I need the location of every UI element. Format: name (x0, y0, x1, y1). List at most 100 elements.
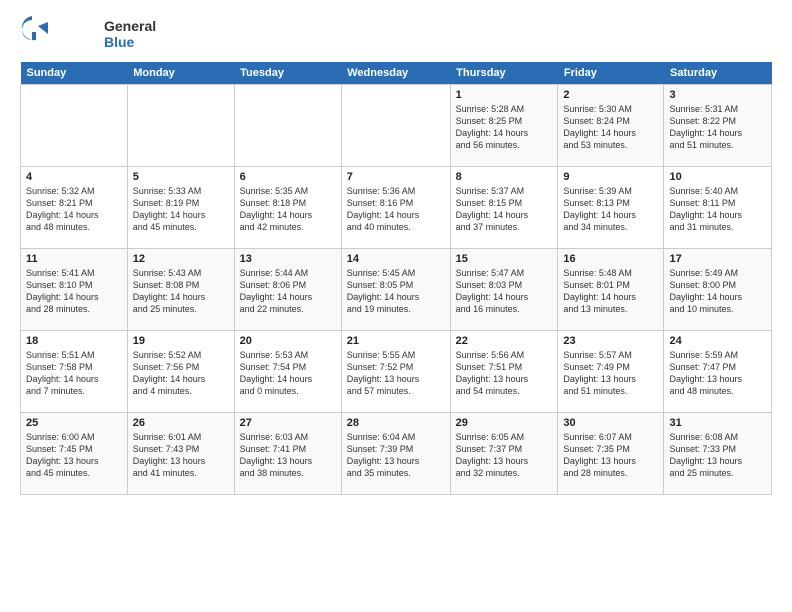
day-info: Sunrise: 5:53 AM Sunset: 7:54 PM Dayligh… (240, 349, 336, 398)
day-number: 2 (563, 89, 658, 101)
weekday-header-sunday: Sunday (21, 62, 128, 85)
day-number: 13 (240, 253, 336, 265)
weekday-header-wednesday: Wednesday (341, 62, 450, 85)
day-number: 18 (26, 335, 122, 347)
week-row-3: 11 Sunrise: 5:41 AM Sunset: 8:10 PM Dayli… (21, 249, 772, 331)
calendar-cell: 7 Sunrise: 5:36 AM Sunset: 8:16 PM Daylig… (341, 167, 450, 249)
day-info: Sunrise: 5:33 AM Sunset: 8:19 PM Dayligh… (133, 185, 229, 234)
calendar-cell: 31 Sunrise: 6:08 AM Sunset: 7:33 PM Dayli… (664, 413, 772, 495)
day-number: 22 (456, 335, 553, 347)
calendar-cell: 18Sunrise: 5:51 AM Sunset: 7:58 PM Dayli… (21, 331, 128, 413)
week-row-2: 4 Sunrise: 5:32 AM Sunset: 8:21 PM Daylig… (21, 167, 772, 249)
calendar-cell: 27Sunrise: 6:03 AM Sunset: 7:41 PM Dayli… (234, 413, 341, 495)
calendar-cell: 30Sunrise: 6:07 AM Sunset: 7:35 PM Dayli… (558, 413, 664, 495)
calendar-table: SundayMondayTuesdayWednesdayThursdayFrid… (20, 62, 772, 495)
day-number: 27 (240, 417, 336, 429)
day-info: Sunrise: 5:52 AM Sunset: 7:56 PM Dayligh… (133, 349, 229, 398)
day-number: 29 (456, 417, 553, 429)
calendar-cell: 22 Sunrise: 5:56 AM Sunset: 7:51 PM Dayli… (450, 331, 558, 413)
calendar-cell: 14 Sunrise: 5:45 AM Sunset: 8:05 PM Dayli… (341, 249, 450, 331)
day-number: 30 (563, 417, 658, 429)
day-info: Sunrise: 5:48 AM Sunset: 8:01 PM Dayligh… (563, 267, 658, 316)
day-info: Sunrise: 5:35 AM Sunset: 8:18 PM Dayligh… (240, 185, 336, 234)
day-info: Sunrise: 5:37 AM Sunset: 8:15 PM Dayligh… (456, 185, 553, 234)
day-number: 16 (563, 253, 658, 265)
calendar-cell: 11 Sunrise: 5:41 AM Sunset: 8:10 PM Dayli… (21, 249, 128, 331)
day-info: Sunrise: 5:32 AM Sunset: 8:21 PM Dayligh… (26, 185, 122, 234)
logo-general: General (104, 18, 156, 34)
calendar-cell: 29 Sunrise: 6:05 AM Sunset: 7:37 PM Dayli… (450, 413, 558, 495)
day-info: Sunrise: 5:39 AM Sunset: 8:13 PM Dayligh… (563, 185, 658, 234)
day-number: 21 (347, 335, 445, 347)
weekday-header-friday: Friday (558, 62, 664, 85)
calendar-cell: 19 Sunrise: 5:52 AM Sunset: 7:56 PM Dayli… (127, 331, 234, 413)
weekday-header-saturday: Saturday (664, 62, 772, 85)
day-info: Sunrise: 5:44 AM Sunset: 8:06 PM Dayligh… (240, 267, 336, 316)
calendar-cell: 28 Sunrise: 6:04 AM Sunset: 7:39 PM Dayli… (341, 413, 450, 495)
day-number: 23 (563, 335, 658, 347)
day-info: Sunrise: 6:05 AM Sunset: 7:37 PM Dayligh… (456, 431, 553, 480)
weekday-header-row: SundayMondayTuesdayWednesdayThursdayFrid… (21, 62, 772, 85)
day-number: 24 (669, 335, 766, 347)
day-info: Sunrise: 5:30 AM Sunset: 8:24 PM Dayligh… (563, 103, 658, 152)
day-info: Sunrise: 5:47 AM Sunset: 8:03 PM Dayligh… (456, 267, 553, 316)
weekday-header-monday: Monday (127, 62, 234, 85)
day-number: 10 (669, 171, 766, 183)
day-info: Sunrise: 5:57 AM Sunset: 7:49 PM Dayligh… (563, 349, 658, 398)
logo-svg (20, 16, 100, 52)
calendar-cell (127, 85, 234, 167)
day-number: 14 (347, 253, 445, 265)
day-number: 4 (26, 171, 122, 183)
calendar-cell: 20 Sunrise: 5:53 AM Sunset: 7:54 PM Dayli… (234, 331, 341, 413)
day-number: 1 (456, 89, 553, 101)
day-number: 31 (669, 417, 766, 429)
day-info: Sunrise: 5:56 AM Sunset: 7:51 PM Dayligh… (456, 349, 553, 398)
calendar-cell: 12 Sunrise: 5:43 AM Sunset: 8:08 PM Dayli… (127, 249, 234, 331)
day-info: Sunrise: 6:01 AM Sunset: 7:43 PM Dayligh… (133, 431, 229, 480)
calendar-cell: 21 Sunrise: 5:55 AM Sunset: 7:52 PM Dayli… (341, 331, 450, 413)
calendar-cell: 2 Sunrise: 5:30 AM Sunset: 8:24 PM Daylig… (558, 85, 664, 167)
day-info: Sunrise: 6:08 AM Sunset: 7:33 PM Dayligh… (669, 431, 766, 480)
calendar-cell: 3 Sunrise: 5:31 AM Sunset: 8:22 PM Daylig… (664, 85, 772, 167)
calendar-cell: 6 Sunrise: 5:35 AM Sunset: 8:18 PM Daylig… (234, 167, 341, 249)
calendar-cell: 9 Sunrise: 5:39 AM Sunset: 8:13 PM Daylig… (558, 167, 664, 249)
day-info: Sunrise: 5:49 AM Sunset: 8:00 PM Dayligh… (669, 267, 766, 316)
calendar-cell: 8Sunrise: 5:37 AM Sunset: 8:15 PM Daylig… (450, 167, 558, 249)
calendar-cell: 16 Sunrise: 5:48 AM Sunset: 8:01 PM Dayli… (558, 249, 664, 331)
day-number: 15 (456, 253, 553, 265)
day-number: 5 (133, 171, 229, 183)
calendar-cell: 23 Sunrise: 5:57 AM Sunset: 7:49 PM Dayli… (558, 331, 664, 413)
calendar-cell (21, 85, 128, 167)
day-number: 9 (563, 171, 658, 183)
weekday-header-thursday: Thursday (450, 62, 558, 85)
calendar-cell: 15 Sunrise: 5:47 AM Sunset: 8:03 PM Dayli… (450, 249, 558, 331)
day-info: Sunrise: 5:55 AM Sunset: 7:52 PM Dayligh… (347, 349, 445, 398)
calendar-cell (234, 85, 341, 167)
day-info: Sunrise: 5:59 AM Sunset: 7:47 PM Dayligh… (669, 349, 766, 398)
calendar-cell: 24 Sunrise: 5:59 AM Sunset: 7:47 PM Dayli… (664, 331, 772, 413)
day-number: 7 (347, 171, 445, 183)
day-info: Sunrise: 5:43 AM Sunset: 8:08 PM Dayligh… (133, 267, 229, 316)
week-row-5: 25Sunrise: 6:00 AM Sunset: 7:45 PM Dayli… (21, 413, 772, 495)
day-info: Sunrise: 5:36 AM Sunset: 8:16 PM Dayligh… (347, 185, 445, 234)
day-number: 11 (26, 253, 122, 265)
day-number: 20 (240, 335, 336, 347)
day-info: Sunrise: 5:28 AM Sunset: 8:25 PM Dayligh… (456, 103, 553, 152)
calendar-cell (341, 85, 450, 167)
day-info: Sunrise: 5:45 AM Sunset: 8:05 PM Dayligh… (347, 267, 445, 316)
day-info: Sunrise: 6:04 AM Sunset: 7:39 PM Dayligh… (347, 431, 445, 480)
day-number: 17 (669, 253, 766, 265)
day-info: Sunrise: 5:31 AM Sunset: 8:22 PM Dayligh… (669, 103, 766, 152)
day-number: 19 (133, 335, 229, 347)
day-number: 25 (26, 417, 122, 429)
logo-blue: Blue (104, 34, 156, 50)
day-info: Sunrise: 5:41 AM Sunset: 8:10 PM Dayligh… (26, 267, 122, 316)
day-number: 3 (669, 89, 766, 101)
day-number: 12 (133, 253, 229, 265)
calendar-cell: 17 Sunrise: 5:49 AM Sunset: 8:00 PM Dayli… (664, 249, 772, 331)
calendar-cell: 5 Sunrise: 5:33 AM Sunset: 8:19 PM Daylig… (127, 167, 234, 249)
day-number: 6 (240, 171, 336, 183)
week-row-1: 1 Sunrise: 5:28 AM Sunset: 8:25 PM Daylig… (21, 85, 772, 167)
day-number: 28 (347, 417, 445, 429)
day-info: Sunrise: 5:40 AM Sunset: 8:11 PM Dayligh… (669, 185, 766, 234)
